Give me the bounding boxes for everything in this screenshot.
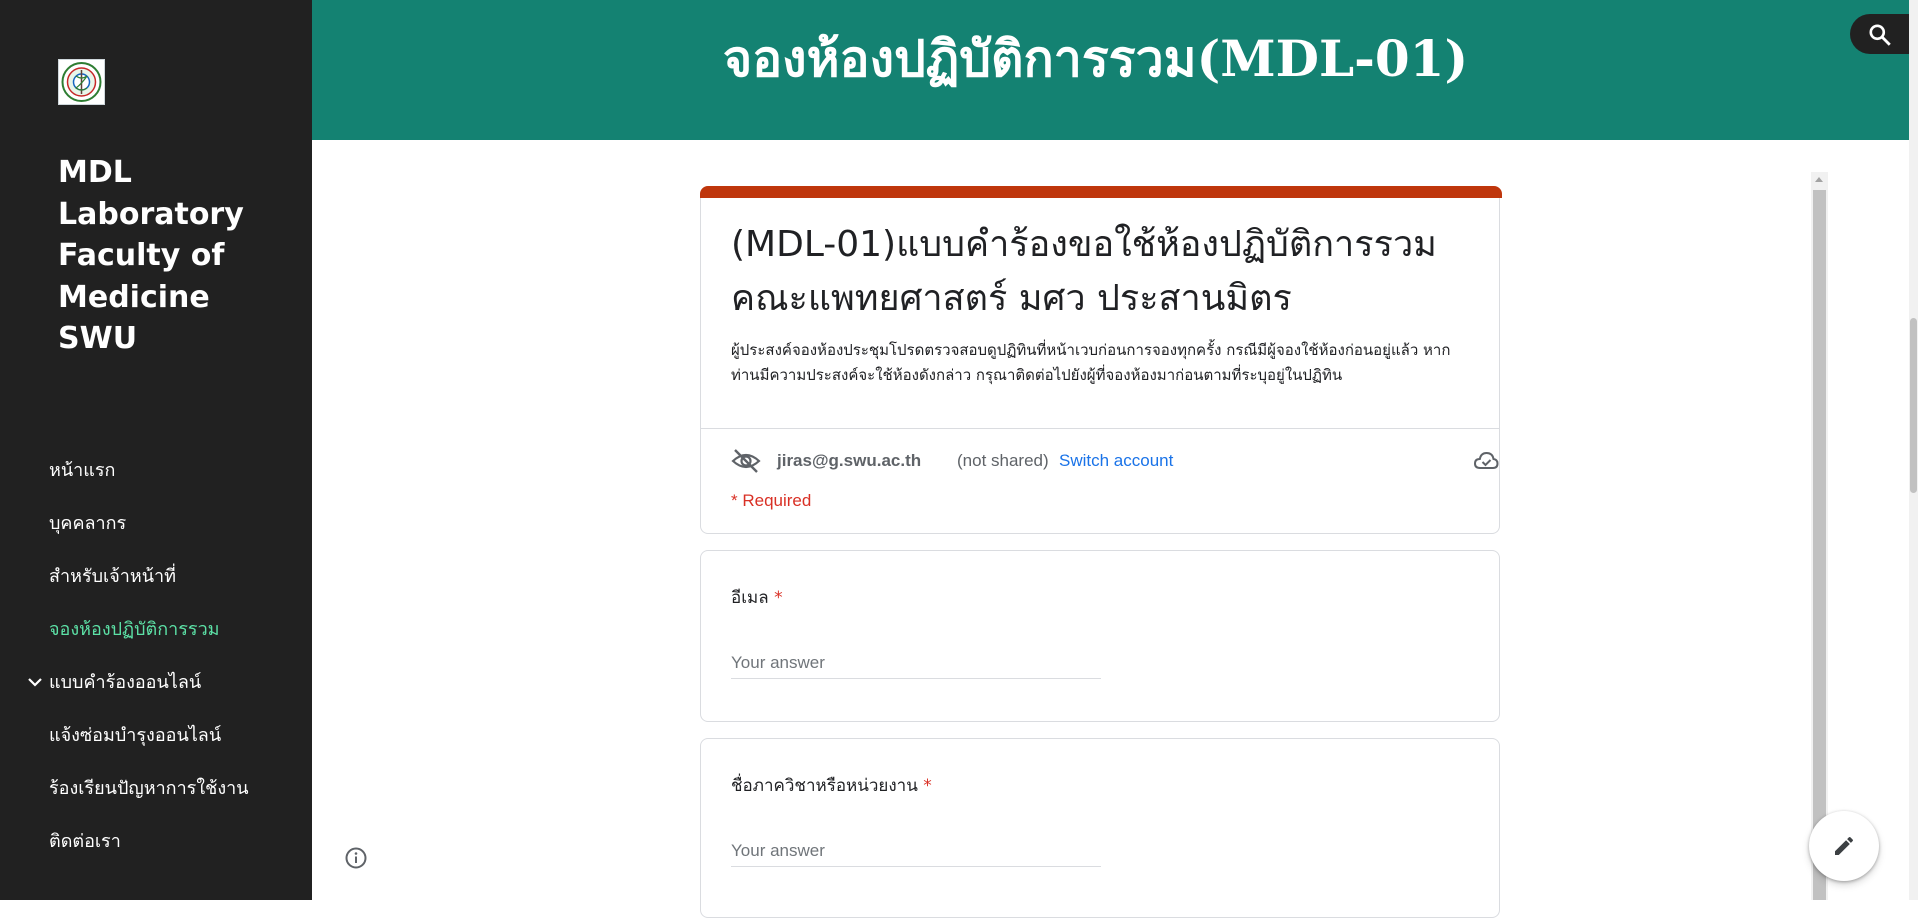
nav-item-book-lab[interactable]: จองห้องปฏิบัติการรวม	[0, 602, 312, 655]
department-answer-input[interactable]	[731, 835, 1101, 867]
question-card-department: ชื่อภาควิชาหรือหน่วยงาน *	[700, 738, 1500, 918]
nav-item-contact[interactable]: ติดต่อเรา	[0, 814, 312, 867]
question-label: อีเมล	[731, 588, 769, 608]
nav-item-repair-request[interactable]: แจ้งซ่อมบำรุงออนไลน์	[0, 708, 312, 761]
email-answer-input[interactable]	[731, 647, 1101, 679]
account-email: jiras@g.swu.ac.th	[777, 451, 922, 470]
form-header-card: (MDL-01)แบบคำร้องขอใช้ห้องปฏิบัติการรวม …	[700, 186, 1502, 534]
nav-item-label: สำหรับเจ้าหน้าที่	[49, 566, 177, 587]
info-icon[interactable]	[344, 846, 368, 870]
nav-item-online-forms[interactable]: แบบคำร้องออนไลน์	[0, 655, 312, 708]
question-title: ชื่อภาควิชาหรือหน่วยงาน *	[731, 772, 932, 799]
pencil-icon	[1835, 836, 1854, 855]
form-description: ผู้ประสงค์จองห้องประชุมโปรดตรวจสอบดูปฏิท…	[731, 341, 1451, 384]
switch-account-link[interactable]: Switch account	[1059, 451, 1173, 471]
account-row: jiras@g.swu.ac.th (not shared) Switch ac…	[731, 446, 1499, 476]
required-asterisk: *	[774, 588, 783, 608]
nav-item-for-officers[interactable]: สำหรับเจ้าหน้าที่	[0, 549, 312, 602]
page-header-banner: จองห้องปฏิบัติการรวม(MDL-01)	[312, 0, 1909, 140]
question-title: อีเมล *	[731, 584, 783, 611]
chevron-down-icon[interactable]	[25, 672, 45, 692]
form-title: (MDL-01)แบบคำร้องขอใช้ห้องปฏิบัติการรวม …	[731, 224, 1437, 319]
search-button[interactable]	[1850, 14, 1918, 54]
scroll-up-arrow-icon[interactable]	[1815, 177, 1823, 182]
search-icon	[1869, 24, 1891, 46]
sidebar: MDL Laboratory Faculty of Medicine SWU ห…	[0, 0, 312, 900]
divider	[701, 428, 1499, 429]
site-title[interactable]: MDL Laboratory Faculty of Medicine SWU	[58, 152, 298, 360]
embedded-form: (MDL-01)แบบคำร้องขอใช้ห้องปฏิบัติการรวม …	[700, 186, 1502, 918]
not-shared-label: (not shared)	[957, 451, 1049, 470]
site-navigation: หน้าแรก บุคคลากร สำหรับเจ้าหน้าที่ จองห้…	[0, 443, 312, 867]
question-label: ชื่อภาควิชาหรือหน่วยงาน	[731, 776, 918, 796]
required-note: * Required	[731, 491, 812, 510]
nav-item-label: หน้าแรก	[49, 460, 116, 481]
nav-item-staff[interactable]: บุคคลากร	[0, 496, 312, 549]
nav-item-label: จองห้องปฏิบัติการรวม	[49, 619, 220, 640]
page-title: จองห้องปฏิบัติการรวม(MDL-01)	[722, 29, 1469, 88]
nav-item-label: แบบคำร้องออนไลน์	[49, 672, 202, 693]
form-accent-bar	[700, 186, 1502, 198]
nav-item-label: ร้องเรียนปัญหาการใช้งาน	[49, 778, 249, 799]
form-scrollbar[interactable]	[1811, 172, 1828, 900]
eye-off-icon	[731, 449, 761, 473]
page-scrollbar[interactable]	[1909, 0, 1918, 900]
page-scrollbar-thumb[interactable]	[1910, 318, 1917, 493]
nav-item-complaints[interactable]: ร้องเรียนปัญหาการใช้งาน	[0, 761, 312, 814]
site-logo[interactable]	[58, 59, 105, 105]
nav-item-label: บุคคลากร	[49, 513, 127, 534]
cloud-saved-icon	[1473, 451, 1499, 469]
required-asterisk: *	[923, 776, 932, 796]
nav-item-label: ติดต่อเรา	[49, 831, 121, 852]
form-scrollbar-thumb[interactable]	[1813, 190, 1826, 900]
nav-item-home[interactable]: หน้าแรก	[0, 443, 312, 496]
question-card-email: อีเมล *	[700, 550, 1500, 722]
nav-item-label: แจ้งซ่อมบำรุงออนไลน์	[49, 725, 222, 746]
edit-button[interactable]	[1809, 811, 1879, 881]
faculty-seal-logo	[61, 62, 102, 102]
